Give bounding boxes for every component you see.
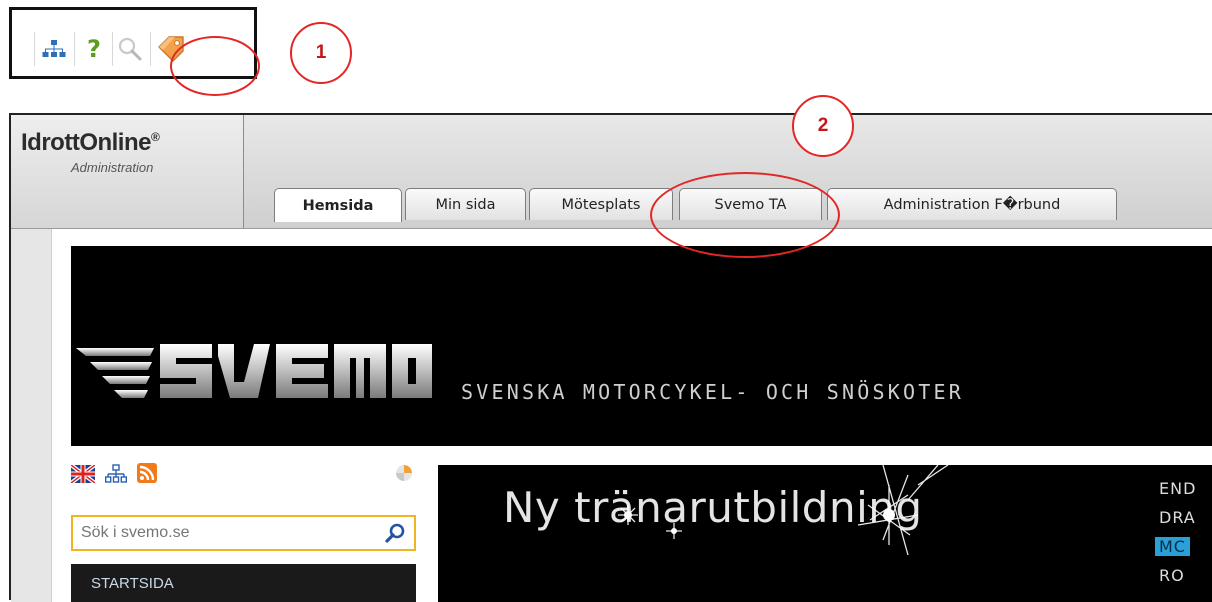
logo-name: IdrottOnline: [21, 129, 151, 156]
search-button[interactable]: [116, 35, 144, 63]
tab-hemsida[interactable]: Hemsida: [274, 188, 402, 222]
tab-min-sida[interactable]: Min sida: [405, 188, 526, 220]
logo-text: IdrottOnline®: [21, 129, 160, 157]
utility-icons: [71, 461, 416, 491]
toolbar-separator: [112, 32, 113, 66]
left-gutter: [11, 229, 52, 602]
hero-banner[interactable]: Ny tränarutbildning: [438, 465, 1151, 602]
category-item[interactable]: END: [1159, 479, 1196, 498]
sitemap-icon: [42, 40, 66, 57]
registered-mark: ®: [150, 130, 160, 144]
toolbar-separator: [150, 32, 151, 66]
callout-badge-2: 2: [792, 95, 854, 157]
tab-administration-forbund[interactable]: Administration F�rbund: [827, 188, 1117, 220]
category-item-selected[interactable]: MC: [1155, 537, 1190, 556]
sitemap-icon[interactable]: [105, 464, 127, 484]
search-icon[interactable]: [384, 522, 408, 544]
tab-label: Hemsida: [302, 197, 374, 214]
site-search: [71, 515, 416, 551]
tab-label: Min sida: [435, 196, 496, 213]
tab-label: Administration F�rbund: [883, 196, 1061, 213]
callout-ring-2: [650, 172, 840, 258]
callout-ring-1: [170, 36, 260, 96]
menu-item-startsida[interactable]: STARTSIDA: [71, 564, 416, 602]
svemo-logo: [76, 344, 432, 398]
idrottonline-header: IdrottOnline® Administration Hemsida Min…: [11, 115, 1212, 229]
rss-icon[interactable]: [137, 463, 157, 483]
tab-label: Mötesplats: [561, 196, 641, 213]
idrottonline-logo[interactable]: IdrottOnline® Administration: [11, 115, 244, 228]
help-icon: ?: [87, 35, 101, 63]
svemo-banner[interactable]: SVENSKA MOTORCYKEL- OCH SNÖSKOTER: [71, 246, 1212, 446]
idrottonline-window: IdrottOnline® Administration Hemsida Min…: [9, 113, 1212, 602]
callout-badge-1: 1: [290, 22, 352, 84]
callout-number-1: 1: [315, 42, 327, 63]
banner-tagline: SVENSKA MOTORCYKEL- OCH SNÖSKOTER: [461, 380, 964, 404]
logo-subtitle: Administration: [71, 160, 154, 175]
category-menu: END DRA MC RO: [1151, 465, 1212, 602]
spinner-icon: [396, 465, 412, 481]
help-button[interactable]: ?: [80, 35, 108, 63]
search-icon: [118, 37, 142, 61]
sparkle-decoration: [618, 465, 949, 556]
callout-number-2: 2: [817, 115, 829, 136]
category-item[interactable]: DRA: [1159, 508, 1196, 527]
uk-flag-icon[interactable]: [71, 465, 95, 483]
site-search-input[interactable]: [81, 522, 371, 544]
toolbar-separator: [34, 32, 35, 66]
sitemap-button[interactable]: [40, 35, 68, 63]
category-item[interactable]: RO: [1159, 566, 1185, 585]
toolbar-separator: [74, 32, 75, 66]
